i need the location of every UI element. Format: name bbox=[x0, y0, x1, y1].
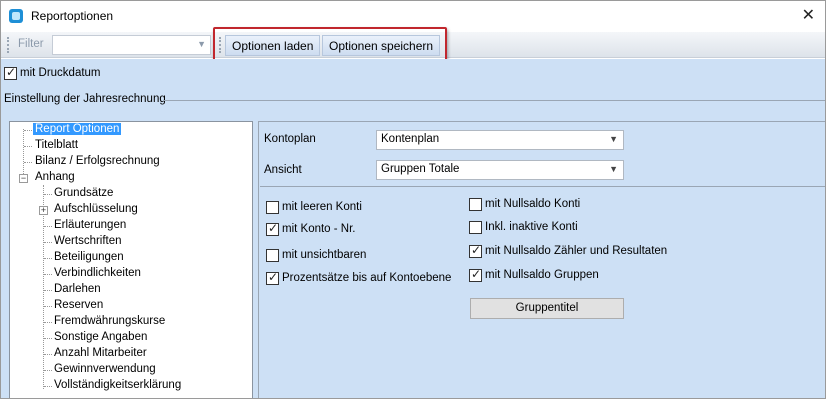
tree-connector bbox=[44, 338, 52, 339]
tree-connector bbox=[43, 185, 44, 389]
zero-balance-counters-label: mit Nullsaldo Zähler und Resultaten bbox=[485, 245, 668, 257]
tree-item-securities[interactable]: Wertschriften bbox=[54, 235, 122, 247]
account-number-label: mit Konto - Nr. bbox=[282, 223, 356, 235]
toolbar-grip-icon[interactable] bbox=[7, 37, 9, 53]
tree-item-loans[interactable]: Darlehen bbox=[54, 283, 101, 295]
tree-connector bbox=[44, 354, 52, 355]
tree-item-fx-rates[interactable]: Fremdwährungskurse bbox=[54, 315, 165, 327]
print-date-checkbox[interactable] bbox=[4, 65, 17, 80]
percentages-checkbox[interactable] bbox=[266, 270, 279, 285]
filter-label: Filter bbox=[18, 38, 44, 50]
highlight-frame bbox=[213, 27, 447, 62]
zero-balance-counters-checkbox[interactable] bbox=[469, 243, 482, 258]
close-button[interactable]: ✕ bbox=[802, 5, 815, 25]
tree-item-reserves[interactable]: Reserven bbox=[54, 299, 103, 311]
tree-connector bbox=[44, 306, 52, 307]
ansicht-label: Ansicht bbox=[264, 164, 302, 176]
inactive-accounts-label: Inkl. inaktive Konti bbox=[485, 221, 578, 233]
tree-connector bbox=[44, 226, 52, 227]
tree-item-participations[interactable]: Beteiligungen bbox=[54, 251, 124, 263]
panel-divider bbox=[260, 186, 825, 187]
invisible-label: mit unsichtbaren bbox=[282, 249, 367, 261]
tree-item-label: Report Optionen bbox=[33, 123, 122, 135]
tree-connector bbox=[44, 322, 52, 323]
tree-connector bbox=[44, 194, 52, 195]
zero-balance-groups-checkbox[interactable] bbox=[469, 267, 482, 282]
tree-connector bbox=[44, 274, 52, 275]
ansicht-value: Gruppen Totale bbox=[381, 163, 460, 175]
kontoplan-label: Kontoplan bbox=[264, 133, 316, 145]
percentages-label: Prozentsätze bis auf Kontoebene bbox=[282, 272, 452, 284]
tree-item-titlepage[interactable]: Titelblatt bbox=[35, 139, 78, 151]
content-area: mit Druckdatum Einstellung der Jahresrec… bbox=[1, 59, 825, 398]
tree-item-report-options[interactable]: Report Optionen bbox=[33, 123, 122, 135]
group-title-button[interactable]: Gruppentitel bbox=[470, 298, 624, 319]
account-number-checkbox[interactable] bbox=[266, 221, 279, 236]
inactive-accounts-checkbox[interactable] bbox=[469, 221, 482, 234]
tree-item-principles[interactable]: Grundsätze bbox=[54, 187, 113, 199]
print-date-label: mit Druckdatum bbox=[20, 67, 101, 79]
tree-connector bbox=[44, 290, 52, 291]
zero-balance-accounts-label: mit Nullsaldo Konti bbox=[485, 198, 581, 210]
chevron-down-icon[interactable]: ▼ bbox=[197, 39, 206, 49]
window-title: Reportoptionen bbox=[31, 9, 114, 23]
report-app-icon bbox=[9, 9, 23, 23]
tree-connector bbox=[44, 242, 52, 243]
zero-balance-groups-label: mit Nullsaldo Gruppen bbox=[485, 269, 599, 281]
group-divider bbox=[163, 100, 825, 101]
tree-item-balance[interactable]: Bilanz / Erfolgsrechnung bbox=[35, 155, 160, 167]
tree-item-explanations[interactable]: Erläuterungen bbox=[54, 219, 126, 231]
tree-item-other-info[interactable]: Sonstige Angaben bbox=[54, 331, 147, 343]
filter-combobox[interactable]: ▼ bbox=[52, 35, 211, 55]
group-title: Einstellung der Jahresrechnung bbox=[4, 93, 166, 105]
kontoplan-value: Kontenplan bbox=[381, 133, 440, 145]
tree-connector bbox=[44, 370, 52, 371]
tree-connector bbox=[24, 130, 32, 131]
expand-icon[interactable]: + bbox=[39, 206, 48, 215]
report-options-window: Reportoptionen ✕ Filter ▼ Optionen laden… bbox=[0, 0, 826, 399]
tree-connector bbox=[24, 162, 32, 163]
invisible-checkbox[interactable] bbox=[266, 249, 279, 262]
collapse-icon[interactable]: − bbox=[19, 174, 28, 183]
options-tree[interactable]: Report Optionen Titelblatt Bilanz / Erfo… bbox=[9, 121, 253, 398]
tree-item-appendix[interactable]: Anhang bbox=[35, 171, 75, 183]
ansicht-select[interactable]: Gruppen Totale ▼ bbox=[376, 160, 624, 180]
tree-connector bbox=[44, 258, 52, 259]
chevron-down-icon: ▼ bbox=[609, 164, 618, 174]
empty-accounts-checkbox[interactable] bbox=[266, 201, 279, 214]
tree-connector bbox=[24, 146, 32, 147]
tree-item-breakdown[interactable]: Aufschlüsselung bbox=[54, 203, 138, 215]
tree-item-completeness[interactable]: Vollständigkeitserklärung bbox=[54, 379, 181, 391]
tree-item-employees[interactable]: Anzahl Mitarbeiter bbox=[54, 347, 147, 359]
kontoplan-select[interactable]: Kontenplan ▼ bbox=[376, 130, 624, 150]
tree-item-profit-use[interactable]: Gewinnverwendung bbox=[54, 363, 156, 375]
chevron-down-icon: ▼ bbox=[609, 134, 618, 144]
zero-balance-accounts-checkbox[interactable] bbox=[469, 198, 482, 211]
tree-item-liabilities[interactable]: Verbindlichkeiten bbox=[54, 267, 141, 279]
tree-connector bbox=[44, 386, 52, 387]
empty-accounts-label: mit leeren Konti bbox=[282, 201, 362, 213]
